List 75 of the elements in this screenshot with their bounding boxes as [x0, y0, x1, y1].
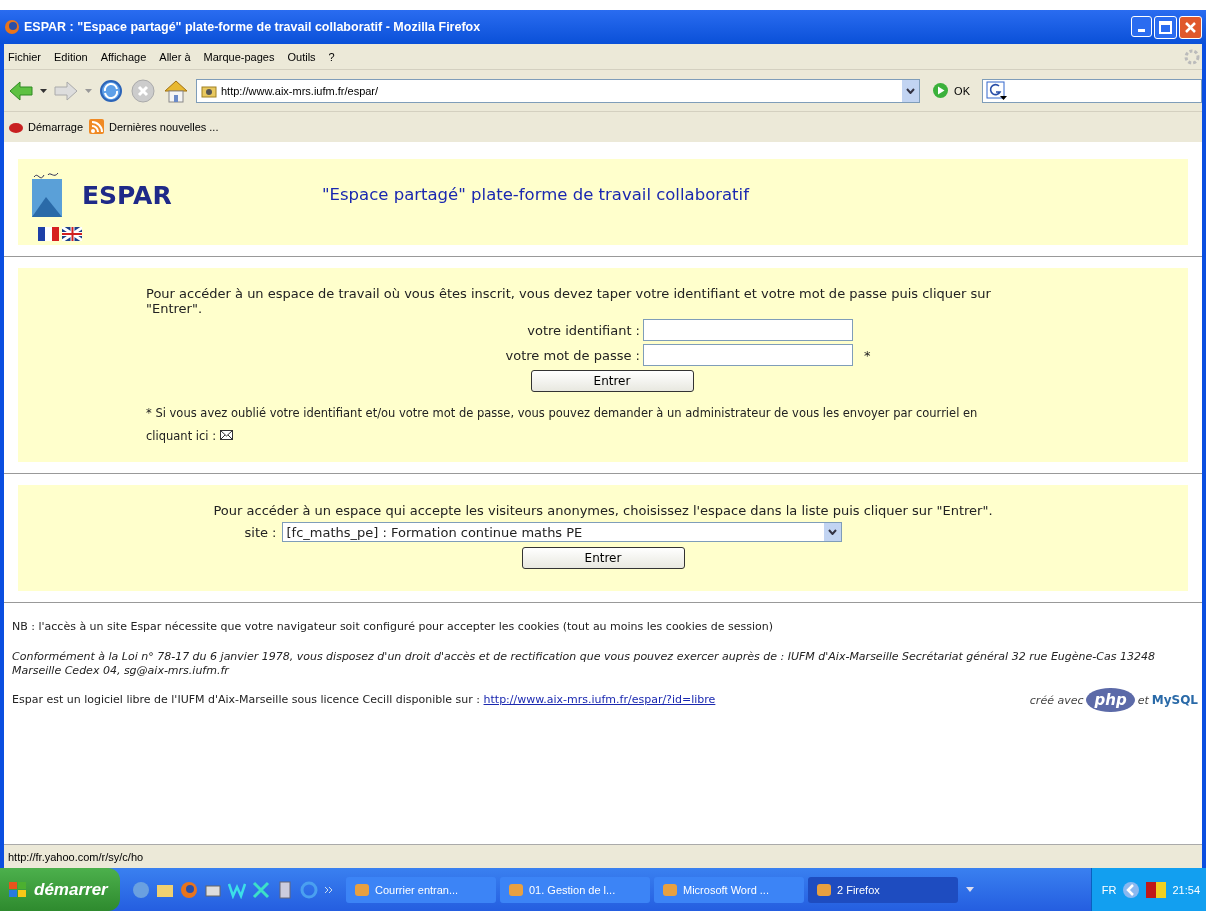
- taskbar-task[interactable]: Courrier entran...: [346, 876, 496, 903]
- app-icon: [662, 881, 678, 898]
- php-logo: php: [1086, 688, 1135, 712]
- dropdown-button[interactable]: [902, 79, 920, 102]
- clock: 21:54: [1172, 883, 1200, 896]
- british-flag-icon[interactable]: [61, 227, 82, 241]
- chevron-down-icon: [906, 87, 916, 94]
- chevron-down-icon: [827, 529, 837, 535]
- license-link[interactable]: http://www.aix-mrs.iufm.fr/espar/?id=libre: [483, 693, 716, 706]
- menu-item[interactable]: Aller à: [159, 50, 191, 63]
- throbber-icon: [1184, 48, 1200, 65]
- menu-item[interactable]: Marque-pages: [203, 50, 275, 63]
- stop-icon[interactable]: [130, 77, 156, 104]
- maximize-button[interactable]: [1154, 15, 1177, 39]
- browser-logo-icon[interactable]: [180, 880, 198, 899]
- credit-text: créé avec: [1029, 693, 1084, 707]
- username-field[interactable]: [643, 319, 853, 341]
- reload-icon[interactable]: [98, 77, 124, 104]
- status-text: http://fr.yahoo.com/r/sy/c/ho: [8, 850, 144, 863]
- forgot-note: * Si vous avez oublié votre identifiant et/ou votre mot de passe, vous pouvez demander à un administrateur de vous les envoyer par courriel en cliquant ici :: [146, 405, 979, 445]
- letter-x-icon[interactable]: [252, 880, 270, 899]
- legal-notice: Conformément à la Loi n° 78-17 du 6 janvier 1978, vous disposez d'un droit d'accès et de rectification que vous pouvez exercer auprès de : IUFM d'Aix-Marseille Secrétariat général 32 rue Eugène-Cas 13248 Marseille Cedex 04, sg@aix-mrs.iufm.fr: [12, 650, 1156, 678]
- envelope-icon[interactable]: [219, 430, 233, 440]
- bookmark-logo-icon: [8, 120, 24, 134]
- bookmark-item[interactable]: Démarrage: [8, 120, 84, 134]
- chevron-icon[interactable]: [324, 885, 334, 894]
- anonymous-instructions: Pour accéder à un espace qui accepte les visiteurs anonymes, choisissez l'espace dans la liste puis cliquer sur "Entrer".: [213, 503, 993, 518]
- browser-icon[interactable]: [300, 880, 318, 899]
- site-select[interactable]: [fc_maths_pe] : Formation continue maths PE: [281, 522, 842, 542]
- menu-item[interactable]: Edition: [54, 50, 88, 63]
- site-subtitle: "Espace partagé" plate-forme de travail collaboratif: [322, 185, 749, 204]
- menu-item[interactable]: ?: [328, 50, 335, 63]
- login-instructions: Pour accéder à un espace de travail où vous êtes inscrit, vous devez taper votre identifiant et votre mot de passe puis cliquer sur "Entrer".: [146, 286, 992, 316]
- rss-feed-icon: [89, 119, 106, 135]
- field-label: votre mot de passe :: [504, 347, 640, 363]
- play-icon: [932, 82, 950, 99]
- back-arrow-icon[interactable]: [8, 78, 34, 103]
- taskbar-task[interactable]: Microsoft Word ...: [654, 876, 804, 903]
- enter-button[interactable]: Entrer: [521, 547, 685, 569]
- site-title: ESPAR: [82, 181, 173, 210]
- go-button[interactable]: OK: [926, 82, 976, 99]
- bookmark-item[interactable]: Dernières nouvelles ...: [89, 119, 219, 135]
- search-field[interactable]: [982, 78, 1202, 103]
- chevron-left-icon[interactable]: [1122, 880, 1141, 899]
- browser-logo-icon: [4, 19, 20, 35]
- site-icon: [201, 83, 217, 98]
- field-label: votre identifiant :: [526, 322, 640, 338]
- minimize-icon: [1138, 28, 1145, 32]
- firewall-icon[interactable]: [1146, 881, 1167, 898]
- taskbar-task[interactable]: 01. Gestion de l...: [500, 876, 650, 903]
- address-field[interactable]: http://www.aix-mrs.iufm.fr/espar/: [196, 78, 921, 103]
- credit-text: et: [1137, 693, 1149, 707]
- dropdown-arrow-icon[interactable]: [40, 88, 47, 93]
- login-button[interactable]: Entrer: [530, 370, 694, 392]
- app-icon: [508, 881, 524, 898]
- license-text: Espar est un logiciel libre de l'IUFM d'Aix-Marseille sous licence Cecill disponible sur :: [12, 693, 481, 706]
- cookie-note: NB : l'accès à un site Espar nécessite que votre navigateur soit configuré pour accepter les cookies (tout au moins les cookies de session): [12, 620, 775, 634]
- menu-item[interactable]: Affichage: [100, 50, 147, 63]
- app-icon: [354, 881, 370, 898]
- menu-item[interactable]: Fichier: [8, 50, 41, 63]
- french-flag-icon[interactable]: [38, 227, 59, 241]
- search-engine-icon[interactable]: [986, 80, 1008, 101]
- taskbar-task[interactable]: 2 Firefox: [808, 876, 958, 903]
- calculator-icon[interactable]: [276, 880, 294, 899]
- close-button[interactable]: [1179, 15, 1202, 39]
- required-mark: *: [864, 347, 871, 363]
- browser-icon[interactable]: [132, 880, 150, 899]
- window-title: ESPAR : "Espace partagé" plate-forme de travail collaboratif - Mozilla Firefox: [24, 20, 481, 34]
- windows-logo-icon: [8, 880, 28, 899]
- minimize-button[interactable]: [1131, 15, 1152, 37]
- password-field[interactable]: [643, 344, 853, 366]
- site-label: site :: [244, 524, 277, 540]
- mysql-logo: MySQL: [1151, 693, 1198, 707]
- app-icon: [816, 881, 832, 898]
- menu-item[interactable]: Outils: [287, 50, 316, 63]
